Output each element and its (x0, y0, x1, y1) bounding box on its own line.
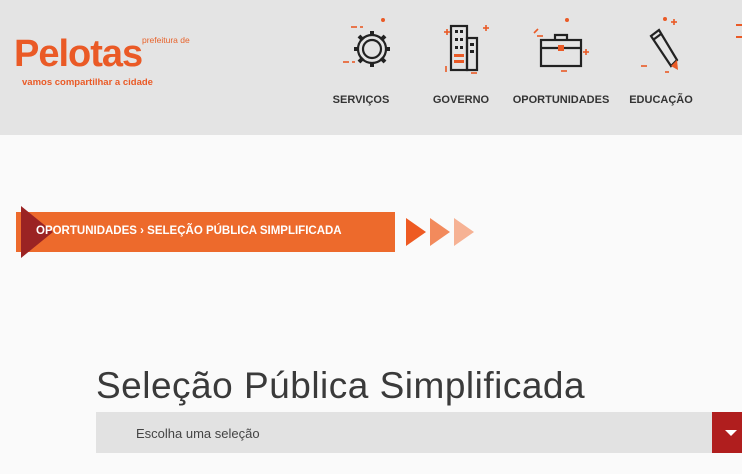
gear-icon (343, 18, 390, 67)
nav-label-educacao: EDUCAÇÃO (629, 94, 693, 106)
nav-label-governo: GOVERNO (432, 94, 490, 106)
selection-dropdown[interactable]: Escolha uma seleção (96, 412, 742, 453)
chevron-right-icon (454, 218, 474, 246)
breadcrumb-text[interactable]: OPORTUNIDADES › SELEÇÃO PÚBLICA SIMPLIFI… (36, 225, 342, 237)
logo-name: Pelotas (14, 33, 143, 75)
chevron-down-icon (725, 430, 737, 436)
site-header: Pelotas prefeitura de vamos compartilhar… (0, 0, 742, 135)
nav-label-servicos: SERVIÇOS (332, 94, 390, 106)
logo-tagline: vamos compartilhar a cidade (22, 77, 153, 88)
pencil-icon (641, 17, 679, 73)
logo-prefix: prefeitura de (142, 35, 190, 45)
nav-item-governo[interactable]: GOVERNO (424, 14, 498, 114)
briefcase-icon (533, 18, 589, 72)
chevron-right-icon (406, 218, 426, 246)
nav-item-educacao[interactable]: EDUCAÇÃO (626, 14, 696, 114)
building-icon (444, 24, 489, 74)
pelotas-logo[interactable]: Pelotas prefeitura de vamos compartilhar… (14, 33, 190, 93)
dropdown-toggle-button[interactable] (712, 412, 742, 453)
nav-item-oportunidades[interactable]: OPORTUNIDADES (510, 14, 612, 114)
nav-overflow-icon[interactable] (736, 24, 742, 38)
breadcrumb: OPORTUNIDADES › SELEÇÃO PÚBLICA SIMPLIFI… (16, 206, 395, 258)
nav-item-servicos[interactable]: SERVIÇOS (322, 14, 400, 114)
chevron-right-icon (430, 218, 450, 246)
nav-label-oportunidades: OPORTUNIDADES (512, 94, 610, 106)
page-title: Seleção Pública Simplificada (96, 364, 586, 406)
selection-value: Escolha uma seleção (136, 426, 260, 441)
